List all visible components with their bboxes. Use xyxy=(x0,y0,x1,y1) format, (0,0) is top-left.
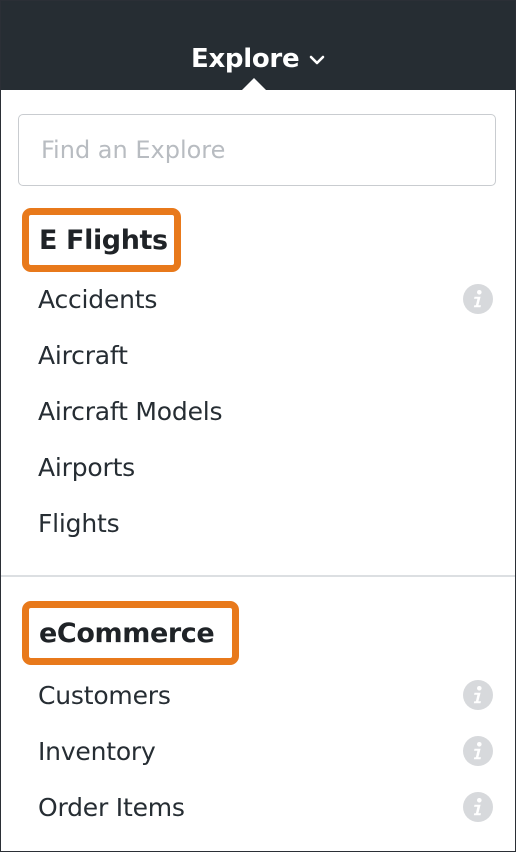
group-header-e-flights: E Flights xyxy=(22,208,181,272)
group-divider xyxy=(1,575,515,577)
info-icon[interactable] xyxy=(463,792,493,822)
explore-item-aircraft-models[interactable]: Aircraft Models xyxy=(1,384,515,438)
group-label: E Flights xyxy=(39,224,168,256)
explore-item-flights[interactable]: Flights xyxy=(1,496,515,550)
explore-item-label: Order Items xyxy=(38,792,185,822)
explore-item-inventory[interactable]: Inventory xyxy=(1,724,515,778)
explore-item-order-items[interactable]: Order Items xyxy=(1,780,515,834)
explore-item-accidents[interactable]: Accidents xyxy=(1,272,515,326)
explore-menu-button[interactable]: Explore xyxy=(191,39,325,79)
explore-item-label: Airports xyxy=(38,452,135,482)
explore-item-label: Aircraft xyxy=(38,340,128,370)
explore-item-airports[interactable]: Airports xyxy=(1,440,515,494)
group-label: eCommerce xyxy=(39,617,215,649)
explore-item-label: Flights xyxy=(38,508,120,538)
dropdown-caret xyxy=(241,78,267,91)
chevron-down-icon xyxy=(309,55,325,65)
group-header-ecommerce: eCommerce xyxy=(22,601,239,665)
explore-menu-label: Explore xyxy=(191,44,300,74)
explore-search-input[interactable] xyxy=(18,114,496,186)
info-icon[interactable] xyxy=(463,284,493,314)
info-icon[interactable] xyxy=(463,736,493,766)
info-icon[interactable] xyxy=(463,680,493,710)
explore-item-label: Aircraft Models xyxy=(38,396,223,426)
explore-dropdown-panel: Explore E Flights Accidents Aircraft Air… xyxy=(0,0,516,852)
explore-item-label: Customers xyxy=(38,680,171,710)
top-navigation-bar: Explore xyxy=(1,1,515,90)
explore-item-customers[interactable]: Customers xyxy=(1,668,515,722)
explore-item-label: Accidents xyxy=(38,284,158,314)
explore-item-label: Inventory xyxy=(38,736,156,766)
explore-item-aircraft[interactable]: Aircraft xyxy=(1,328,515,382)
